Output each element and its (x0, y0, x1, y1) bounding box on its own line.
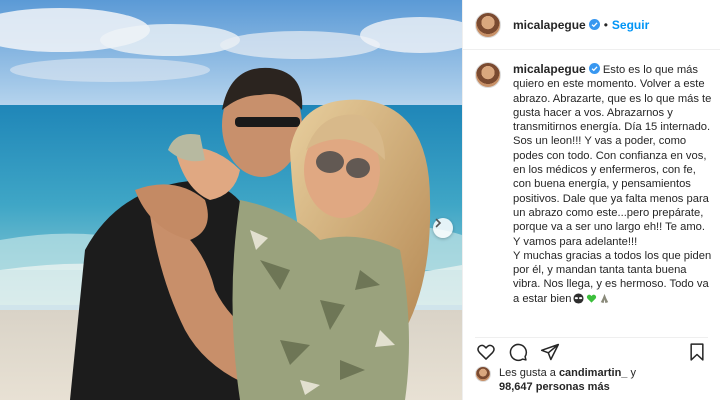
next-photo-button[interactable] (433, 218, 453, 238)
praying-hands-icon (599, 293, 610, 304)
chevron-right-icon (435, 218, 442, 228)
separator-dot: • (603, 17, 608, 32)
post-sidebar: micalapegue • Seguir micalapegue Esto es… (462, 0, 720, 400)
instagram-post: micalapegue • Seguir micalapegue Esto es… (0, 0, 720, 400)
verified-badge-icon (588, 63, 600, 74)
caption-block: micalapegue Esto es lo que más quiero en… (475, 62, 712, 332)
likes-text: Les gusta a candimartin_ y 98,647 person… (499, 366, 636, 394)
like-button[interactable] (475, 341, 497, 363)
likes-prefix: Les gusta a (499, 367, 556, 379)
comment-button[interactable] (507, 341, 529, 363)
action-bar (475, 337, 708, 363)
follow-button[interactable]: Seguir (612, 18, 649, 32)
save-button[interactable] (686, 341, 708, 363)
caption-avatar[interactable] (475, 62, 501, 88)
post-photo[interactable] (0, 0, 462, 400)
likes-summary: Les gusta a candimartin_ y 98,647 person… (475, 366, 712, 394)
comment-icon (509, 343, 528, 361)
caption-text: micalapegue Esto es lo que más quiero en… (513, 62, 712, 332)
likes-suffix[interactable]: personas más (536, 381, 610, 393)
bookmark-icon (690, 342, 704, 361)
liker-username[interactable]: candimartin_ (559, 367, 627, 379)
heart-icon (477, 344, 495, 360)
verified-badge-icon (588, 19, 600, 30)
liker-avatar[interactable] (475, 366, 491, 382)
caption-username[interactable]: micalapegue (513, 62, 586, 76)
post-header: micalapegue • Seguir (463, 0, 720, 50)
paper-plane-icon (540, 343, 560, 360)
caption-emojis (573, 293, 610, 304)
author-username[interactable]: micalapegue (513, 18, 586, 32)
avatar[interactable] (475, 11, 501, 38)
share-button[interactable] (539, 341, 561, 363)
green-heart-icon (586, 293, 597, 304)
caption-body: Esto es lo que más quiero en este moment… (513, 64, 712, 305)
likes-count[interactable]: 98,647 (499, 381, 533, 393)
likes-connector: y (630, 367, 636, 379)
beach-couple-photo (0, 0, 462, 400)
sunglasses-emoji-icon (573, 293, 585, 304)
